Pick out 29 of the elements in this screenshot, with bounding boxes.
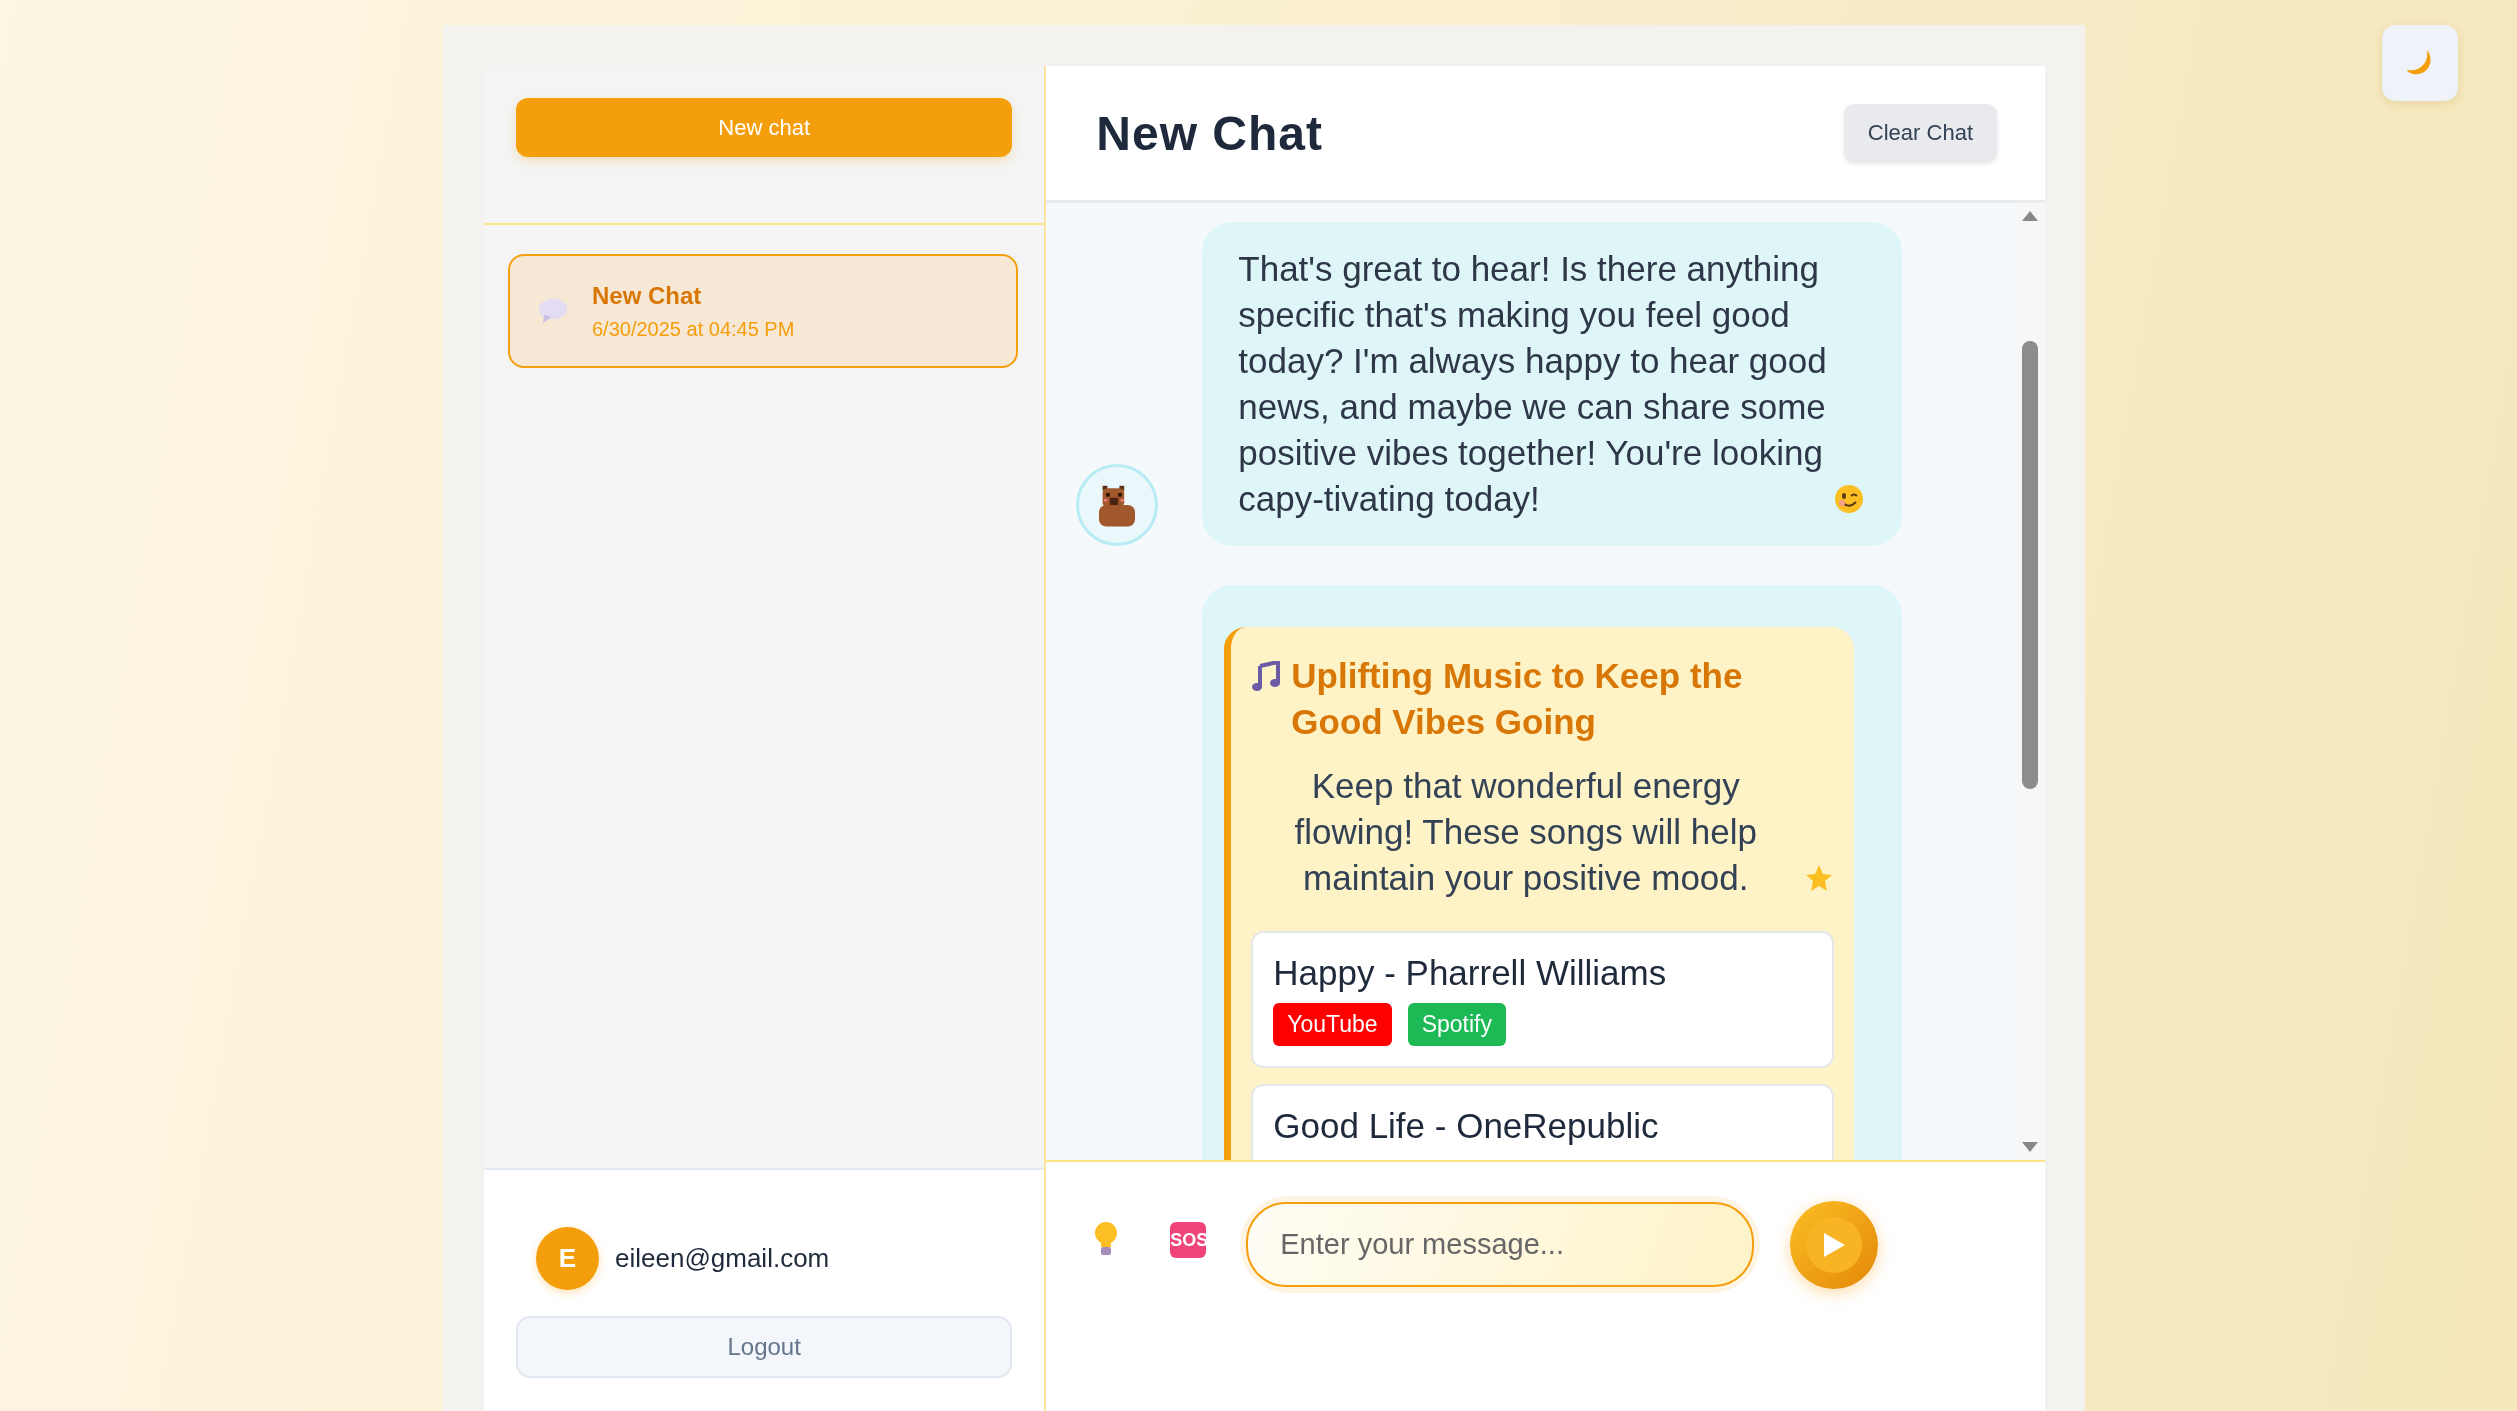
chat-title: New Chat [592,281,703,310]
send-button[interactable] [1790,1201,1879,1289]
user-email: eileen@gmail.com [615,1242,830,1274]
message-input[interactable]: Enter your message... [1246,1202,1755,1287]
chat-title: New Chat [1096,105,1323,161]
theme-toggle-button[interactable] [2382,25,2458,101]
chat-timestamp: 6/30/2025 at 04:45 PM [592,317,795,341]
winking-face-icon [1834,484,1865,514]
clear-chat-button[interactable]: Clear Chat [1843,104,1997,162]
music-link[interactable]: YouTube [1273,1003,1392,1046]
music-title: Uplifting Music to Keep the Good Vibes Going [1291,655,1744,743]
chat-list-item[interactable]: New Chat 6/30/2025 at 04:45 PM [508,254,1019,368]
speech-bubble-icon [538,298,568,324]
music-intro: Keep that wonderful energy flowing! These songs will help maintain your positive mood. [1293,765,1758,899]
play-icon [1822,1232,1847,1258]
music-link[interactable]: Spotify [1407,1003,1506,1046]
new-chat-button[interactable]: New chat [516,98,1013,157]
scrollbar-thumb[interactable] [2022,341,2038,789]
song-title: Happy - Pharrell Williams [1273,953,1668,993]
logout-button[interactable]: Logout [516,1316,1013,1378]
song-title: Good Life - OneRepublic [1273,1106,1660,1146]
music-note-icon [1251,661,1282,691]
scrollbar[interactable] [2015,203,2045,1160]
lightbulb-icon [1094,1221,1119,1257]
sos-button[interactable]: SOS [1170,1222,1207,1258]
user-avatar: E [536,1226,599,1290]
scroll-down-arrow[interactable] [2022,1142,2038,1154]
scroll-up-arrow[interactable] [2022,209,2038,221]
message-text: That's great to hear! Is there anything specific that's making you feel good today? I'm always happy to hear good news, and maybe we can share some positive vibes together! You're looking capy-tivating today! [1238,248,1828,520]
